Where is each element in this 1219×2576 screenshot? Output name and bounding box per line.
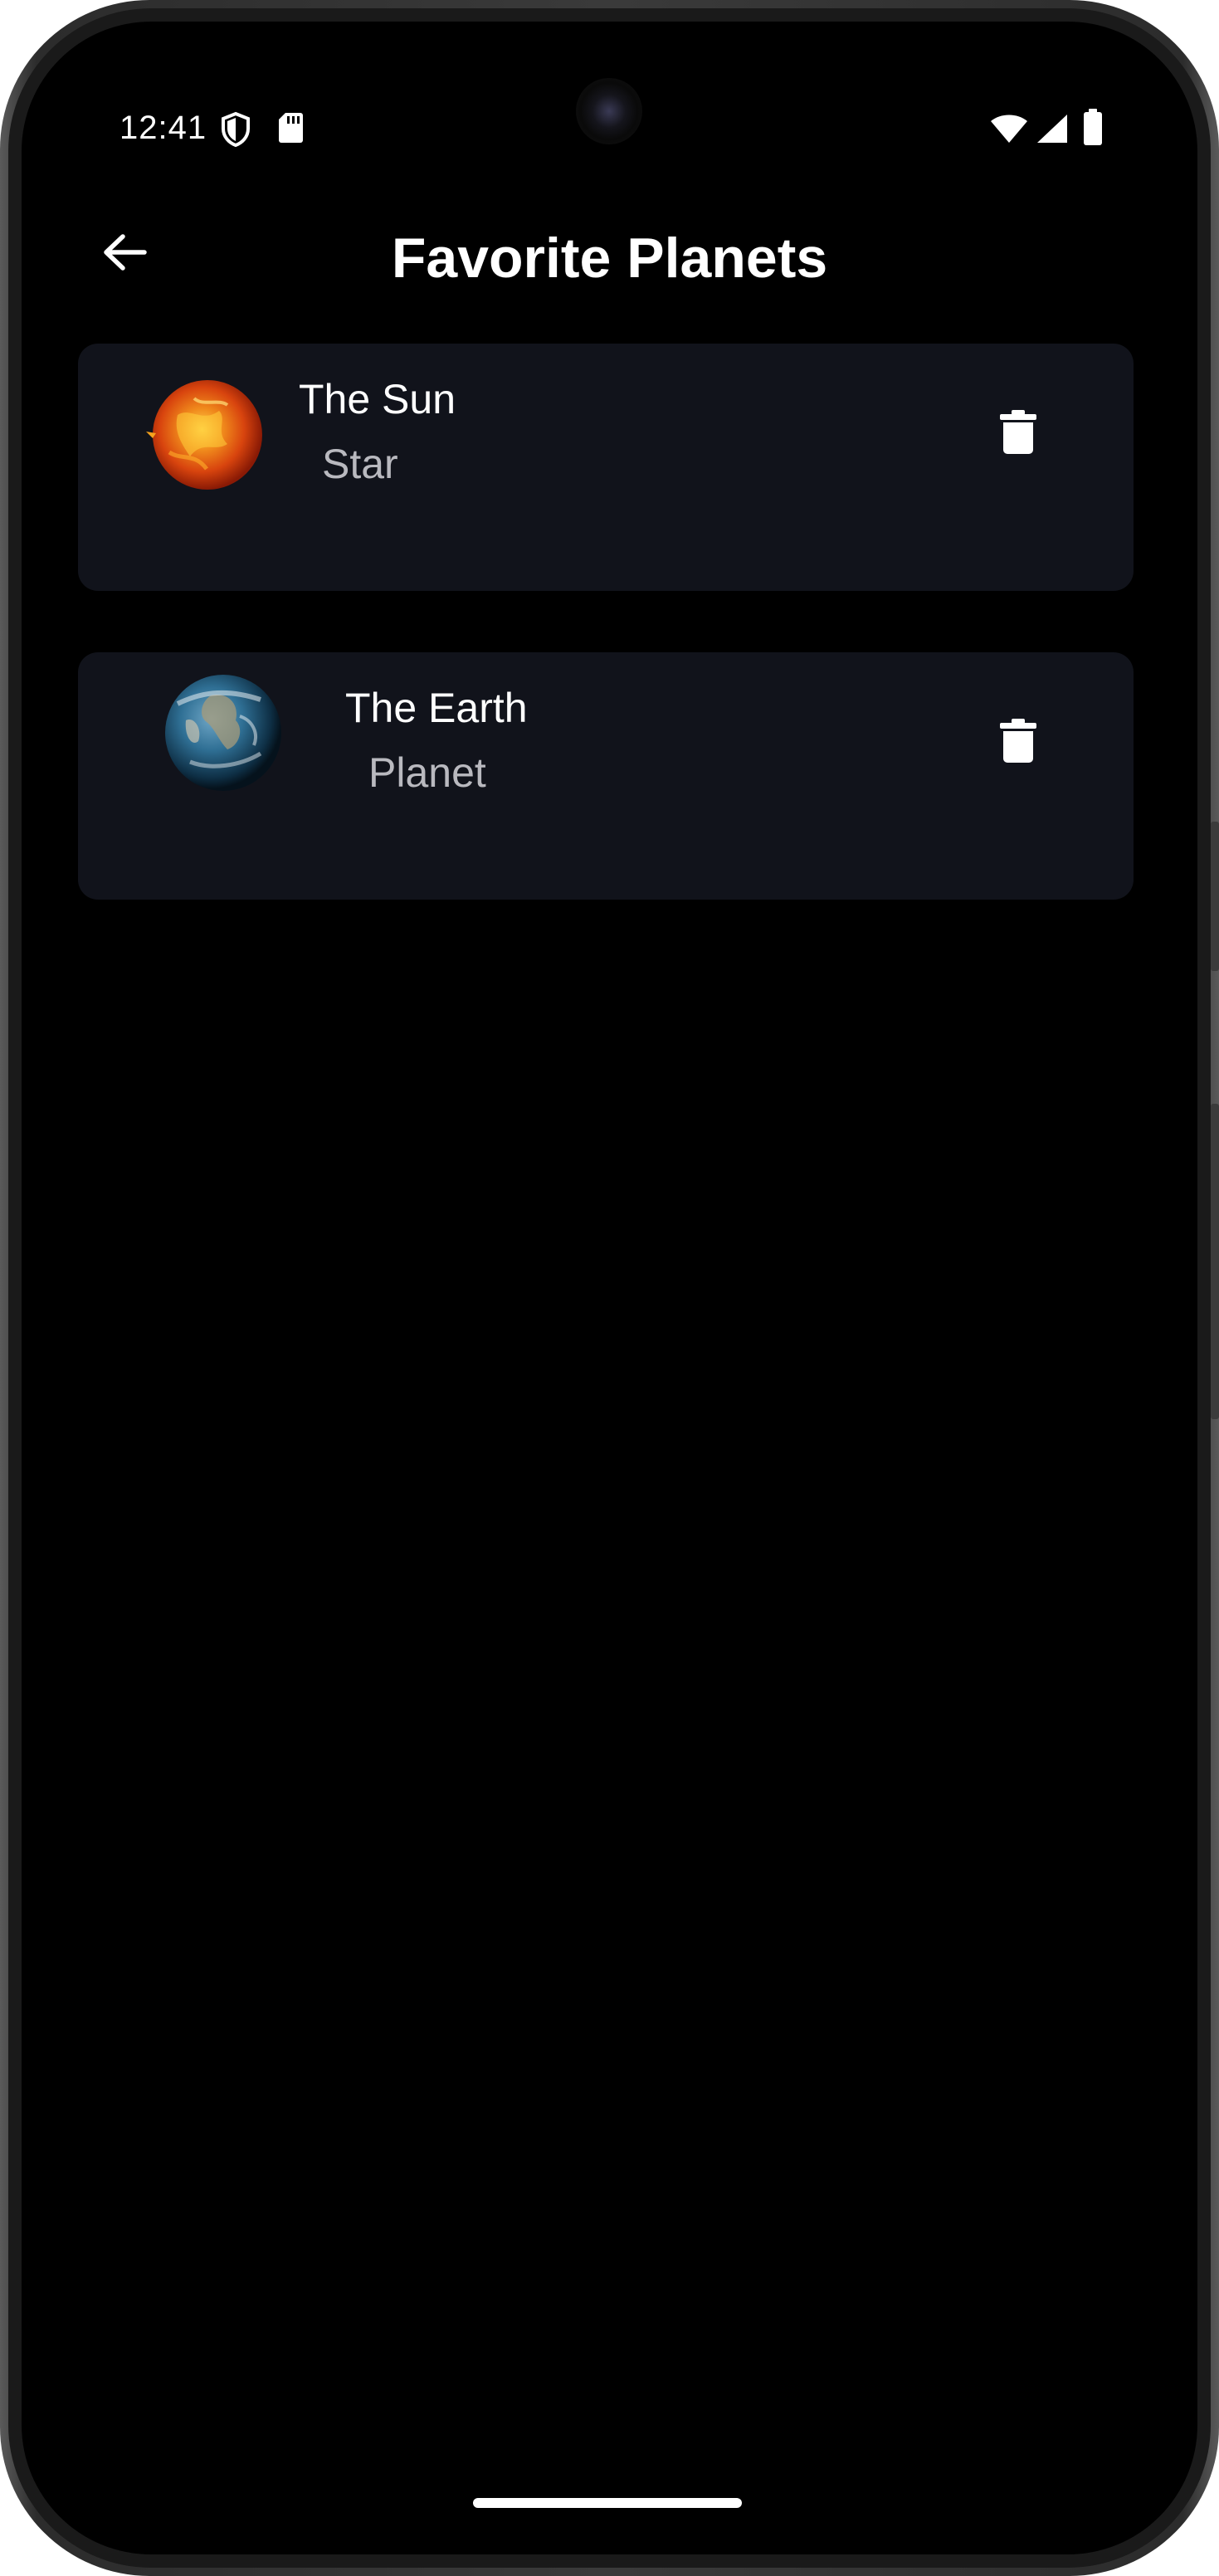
trash-icon	[1000, 718, 1036, 768]
status-time: 12:41	[119, 110, 207, 146]
item-subtitle: Star	[322, 441, 398, 487]
sun-image	[146, 380, 262, 490]
signal-icon	[1036, 113, 1069, 149]
list-item-earth[interactable]: The Earth Planet	[78, 652, 1134, 900]
page-title: Favorite Planets	[391, 227, 828, 290]
trash-icon	[1000, 409, 1036, 459]
sd-card-icon	[277, 111, 304, 149]
delete-button[interactable]	[981, 705, 1056, 780]
screen: 12:41 Favorite Planets The Sun Star The …	[22, 22, 1197, 2554]
home-indicator[interactable]	[473, 2498, 742, 2508]
item-subtitle: Planet	[368, 749, 486, 796]
earth-image	[165, 675, 281, 791]
delete-button[interactable]	[981, 397, 1056, 471]
wifi-icon	[989, 113, 1029, 149]
battery-icon	[1082, 108, 1104, 150]
item-title: The Sun	[299, 376, 456, 422]
front-camera	[576, 78, 642, 144]
device-frame: 12:41 Favorite Planets The Sun Star The …	[0, 0, 1219, 2576]
item-title: The Earth	[345, 685, 528, 731]
volume-button	[1211, 822, 1219, 971]
list-item-sun[interactable]: The Sun Star	[78, 344, 1134, 591]
power-button	[1211, 1104, 1219, 1419]
shield-icon	[219, 111, 252, 152]
